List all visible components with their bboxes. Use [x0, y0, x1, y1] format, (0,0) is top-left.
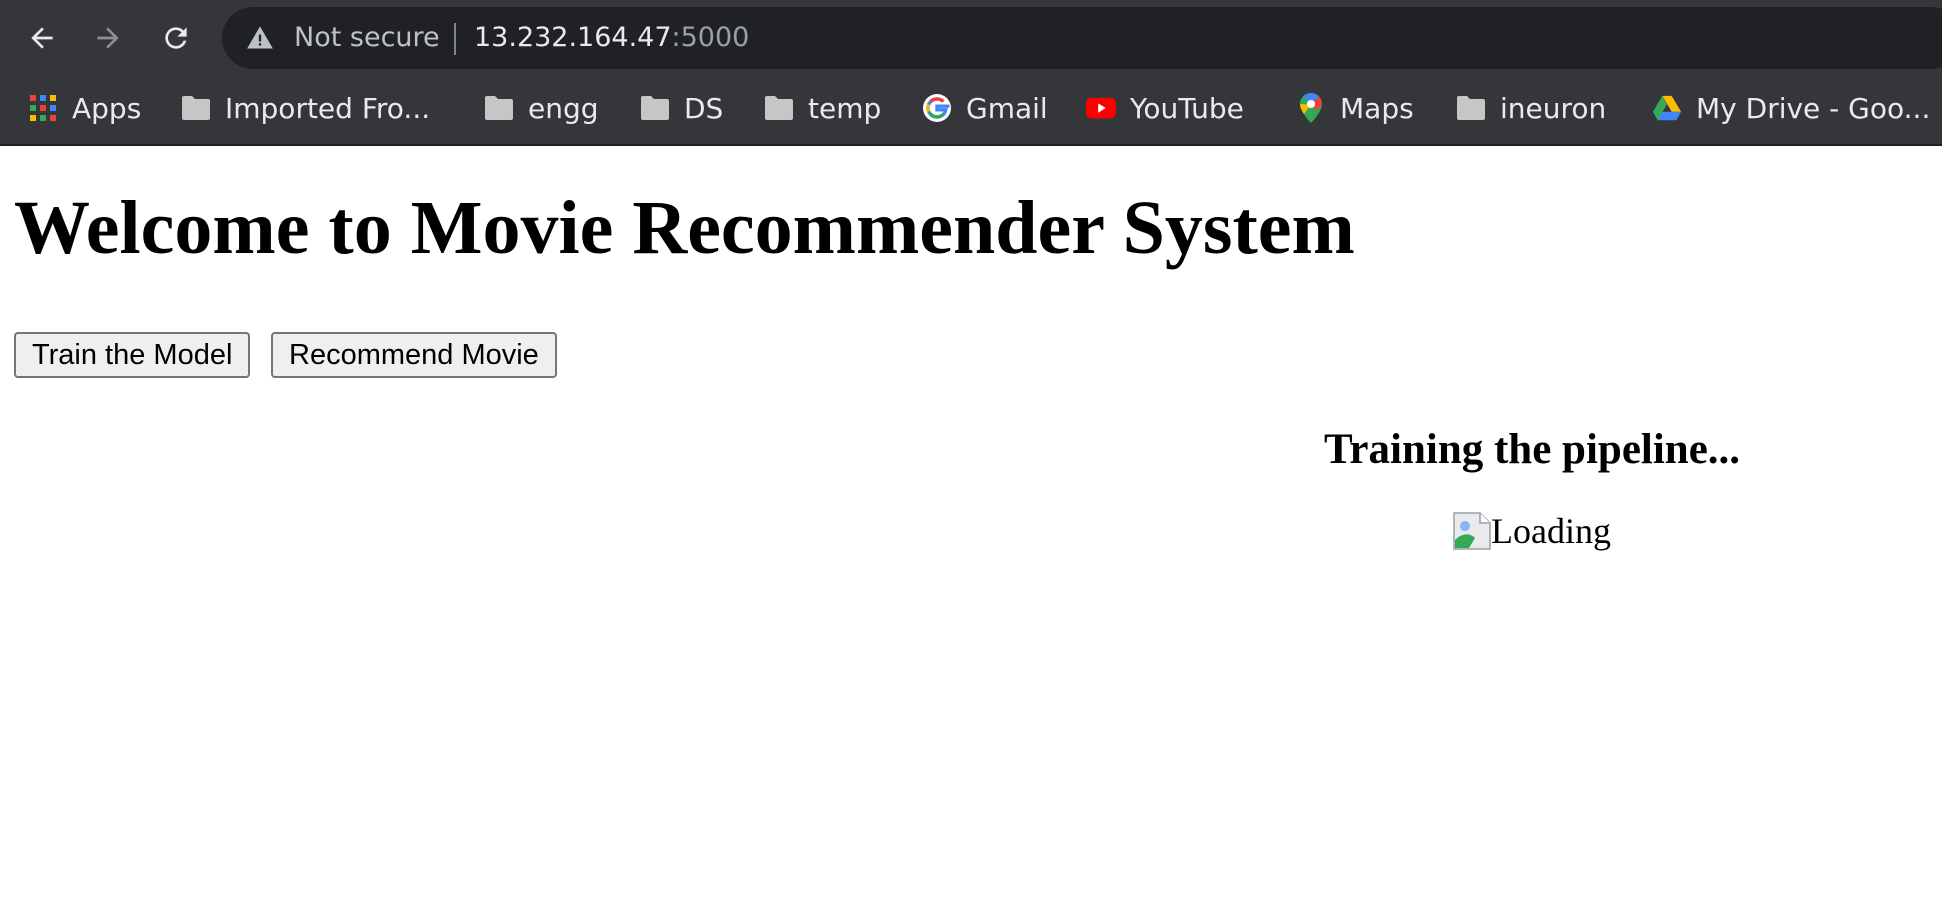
bookmark-label: Maps: [1340, 91, 1414, 125]
bookmark-maps[interactable]: Maps: [1296, 72, 1414, 144]
google-drive-icon: [1652, 93, 1682, 123]
arrow-right-icon: [97, 27, 119, 49]
loading-image: Loading: [1453, 510, 1611, 552]
bookmark-gmail[interactable]: Gmail: [922, 72, 1048, 144]
train-model-button[interactable]: Train the Model: [14, 332, 251, 378]
bookmark-temp[interactable]: temp: [764, 72, 881, 144]
bookmark-label: YouTube: [1130, 91, 1244, 125]
bookmark-label: engg: [528, 91, 599, 125]
broken-image-icon: [1453, 512, 1491, 550]
youtube-icon: [1086, 93, 1116, 123]
folder-icon: [1456, 93, 1486, 123]
omnibox-divider: [454, 23, 456, 55]
bookmark-label: Apps: [72, 91, 142, 125]
back-button[interactable]: [20, 16, 64, 60]
maps-icon: [1296, 93, 1326, 123]
bookmark-my-drive[interactable]: My Drive - Goo...: [1652, 72, 1930, 144]
address-bar[interactable]: Not secure 13.232.164.47:5000: [222, 7, 1942, 69]
google-icon: [922, 93, 952, 123]
arrow-left-icon: [31, 27, 53, 49]
bookmarks-bar: Apps Imported Fro... engg DS temp Gmail …: [0, 72, 1942, 146]
bookmark-youtube[interactable]: YouTube: [1086, 72, 1244, 144]
bookmark-label: DS: [684, 91, 724, 125]
bookmark-apps[interactable]: Apps: [28, 72, 141, 144]
folder-icon: [764, 93, 794, 123]
apps-grid-icon: [28, 93, 58, 123]
bookmark-label: temp: [808, 91, 882, 125]
security-status-label[interactable]: Not secure: [294, 7, 440, 69]
recommend-movie-button[interactable]: Recommend Movie: [271, 332, 557, 378]
reload-button[interactable]: [154, 16, 198, 60]
url-host: 13.232.164.47: [474, 22, 672, 53]
warning-triangle-icon[interactable]: [246, 24, 274, 52]
bookmark-ds[interactable]: DS: [640, 72, 723, 144]
page-title: Welcome to Movie Recommender System: [14, 186, 1355, 270]
browser-toolbar: Not secure 13.232.164.47:5000: [0, 0, 1942, 72]
bookmark-label: Imported Fro...: [225, 91, 431, 125]
bookmark-label: Gmail: [966, 91, 1048, 125]
forward-button[interactable]: [86, 16, 130, 60]
folder-icon: [484, 93, 514, 123]
loading-alt-text: Loading: [1491, 511, 1611, 551]
bookmark-ineuron[interactable]: ineuron: [1456, 72, 1606, 144]
folder-icon: [640, 93, 670, 123]
url-text[interactable]: 13.232.164.47:5000: [474, 7, 749, 69]
bookmark-engg[interactable]: engg: [484, 72, 599, 144]
bookmark-label: ineuron: [1500, 91, 1607, 125]
training-status-heading: Training the pipeline...: [1323, 426, 1741, 473]
bookmark-label: My Drive - Goo...: [1696, 91, 1931, 125]
bookmark-imported[interactable]: Imported Fro...: [181, 72, 430, 144]
training-status-panel: Training the pipeline... Loading: [1280, 420, 1784, 554]
url-port: :5000: [671, 22, 750, 53]
folder-icon: [181, 93, 211, 123]
reload-icon: [165, 27, 187, 49]
